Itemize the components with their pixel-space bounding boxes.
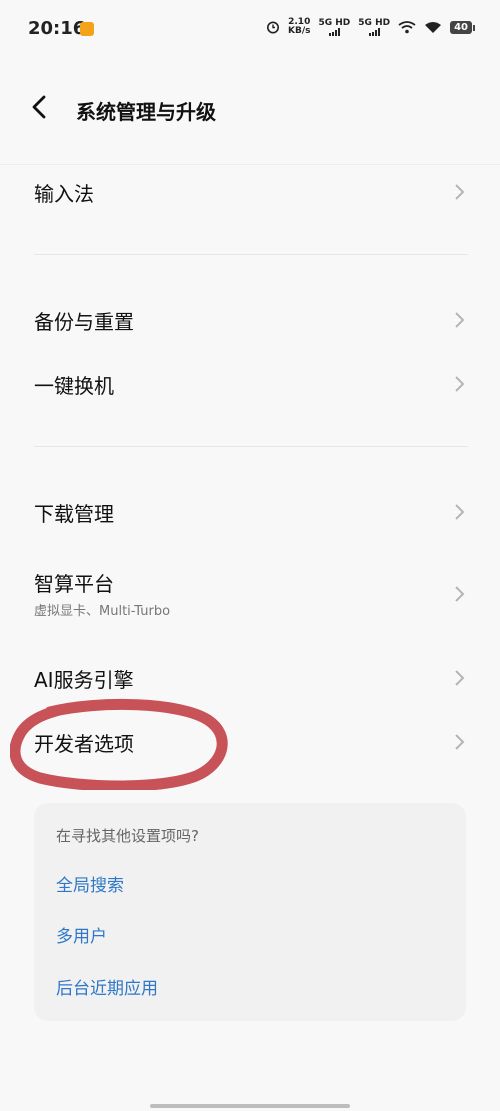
sim1-signal: 5G HD: [318, 17, 351, 36]
menu-item-label: 一键换机: [34, 374, 114, 398]
menu-item-download-manager[interactable]: 下载管理: [0, 482, 500, 544]
suggestions-card: 在寻找其他设置项吗? 全局搜索 多用户 后台近期应用: [34, 803, 466, 1021]
section-divider: [34, 446, 468, 447]
link-recent-background-apps[interactable]: 后台近期应用: [56, 974, 158, 999]
signal-bars-icon: [368, 27, 380, 36]
menu-item-backup-reset[interactable]: 备份与重置: [0, 290, 500, 352]
menu-item-label: 下载管理: [34, 502, 114, 526]
signal-bars-icon: [328, 27, 340, 36]
sim2-label: 5G HD: [358, 17, 391, 28]
section-divider: [34, 254, 468, 255]
link-multi-user[interactable]: 多用户: [56, 922, 107, 947]
menu-item-phone-clone[interactable]: 一键换机: [0, 354, 500, 416]
battery-icon: 40: [450, 20, 475, 34]
menu-item-input-method[interactable]: 输入法: [0, 162, 500, 224]
chevron-right-icon: [455, 670, 465, 686]
menu-item-developer-options[interactable]: 开发者选项: [0, 712, 500, 774]
menu-item-label: 智算平台: [34, 572, 114, 596]
home-indicator[interactable]: [150, 1104, 350, 1108]
chevron-right-icon: [455, 734, 465, 750]
chevron-right-icon: [455, 586, 465, 602]
suggestions-prompt: 在寻找其他设置项吗?: [56, 827, 199, 845]
page-title: 系统管理与升级: [76, 100, 216, 124]
menu-item-label: 输入法: [34, 182, 94, 206]
status-time: 20:16: [28, 18, 86, 39]
chevron-right-icon: [455, 312, 465, 328]
sim2-signal: 5G HD: [358, 17, 391, 36]
chevron-right-icon: [455, 504, 465, 520]
back-button[interactable]: [30, 92, 60, 126]
menu-item-label: 备份与重置: [34, 310, 134, 334]
menu-item-compute-platform[interactable]: 智算平台 虚拟显卡、Multi-Turbo: [0, 556, 500, 630]
menu-item-subtitle: 虚拟显卡、Multi-Turbo: [34, 604, 171, 619]
header: 系统管理与升级: [0, 80, 500, 140]
hotspot-wifi-icon: [398, 21, 416, 34]
link-global-search[interactable]: 全局搜索: [56, 871, 124, 896]
sim1-label: 5G HD: [318, 17, 351, 28]
menu-item-label: 开发者选项: [34, 732, 134, 756]
notification-app-icon: [80, 22, 94, 36]
back-arrow-icon: [32, 95, 46, 119]
chevron-right-icon: [455, 376, 465, 392]
status-bar: 20:16 2.10 KB/s 5G HD 5G HD 40: [0, 0, 500, 60]
network-speed: 2.10 KB/s: [288, 18, 310, 36]
menu-item-label: AI服务引擎: [34, 668, 134, 692]
network-speed-unit: KB/s: [288, 26, 311, 36]
alarm-icon: [267, 21, 279, 34]
wifi-icon: [425, 22, 442, 33]
status-icons: 2.10 KB/s 5G HD 5G HD 40: [266, 17, 475, 36]
menu-item-ai-engine[interactable]: AI服务引擎: [0, 648, 500, 710]
chevron-right-icon: [455, 184, 465, 200]
